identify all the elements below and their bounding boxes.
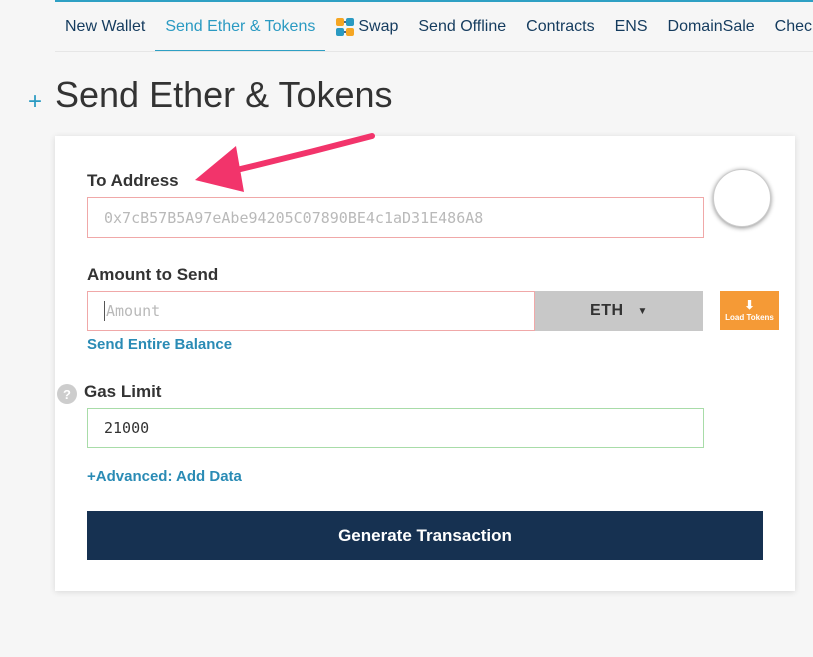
tab-swap[interactable]: Swap: [325, 2, 408, 51]
send-form-card: To Address 0x7cB57B5A97eAbe94205C07890BE…: [55, 136, 795, 591]
text-cursor: [104, 301, 105, 321]
amount-placeholder: Amount: [106, 302, 161, 320]
amount-input[interactable]: Amount: [87, 291, 535, 331]
generate-transaction-button[interactable]: Generate Transaction: [87, 511, 763, 560]
send-entire-balance-link[interactable]: Send Entire Balance: [87, 336, 232, 353]
expand-plus-icon[interactable]: +: [28, 88, 42, 116]
gas-limit-input[interactable]: 21000: [87, 408, 704, 448]
load-tokens-button[interactable]: ⬇ Load Tokens: [720, 291, 779, 330]
tab-send-offline[interactable]: Send Offline: [408, 2, 516, 51]
help-icon[interactable]: ?: [57, 384, 77, 404]
gas-limit-value: 21000: [104, 419, 150, 437]
amount-label: Amount to Send: [87, 265, 219, 284]
tab-send-ether-tokens[interactable]: Send Ether & Tokens: [155, 2, 326, 51]
to-address-input[interactable]: 0x7cB57B5A97eAbe94205C07890BE4c1aD31E486…: [87, 197, 704, 238]
tab-domainsale[interactable]: DomainSale: [658, 2, 765, 51]
download-arrow-icon: ⬇: [744, 298, 755, 312]
tab-swap-label: Swap: [358, 17, 399, 35]
tab-contracts[interactable]: Contracts: [516, 2, 604, 51]
unit-dropdown[interactable]: ETH ▼: [535, 291, 703, 331]
gas-limit-label: Gas Limit: [84, 382, 162, 401]
tab-ens[interactable]: ENS: [605, 2, 658, 51]
address-identicon: [713, 169, 771, 227]
page-title: Send Ether & Tokens: [55, 74, 393, 115]
main-nav: New Wallet Send Ether & Tokens Swap Send…: [55, 2, 813, 52]
caret-down-icon: ▼: [637, 305, 648, 317]
load-tokens-label: Load Tokens: [725, 313, 774, 322]
generate-transaction-label: Generate Transaction: [338, 525, 512, 545]
to-address-placeholder: 0x7cB57B5A97eAbe94205C07890BE4c1aD31E486…: [104, 208, 484, 227]
tab-check-tx[interactable]: Check T...: [765, 2, 813, 51]
to-address-label: To Address: [87, 171, 179, 190]
swap-icon: [335, 17, 355, 37]
unit-label: ETH: [590, 302, 624, 319]
advanced-add-data-link[interactable]: +Advanced: Add Data: [87, 468, 242, 485]
tab-new-wallet[interactable]: New Wallet: [55, 2, 155, 51]
